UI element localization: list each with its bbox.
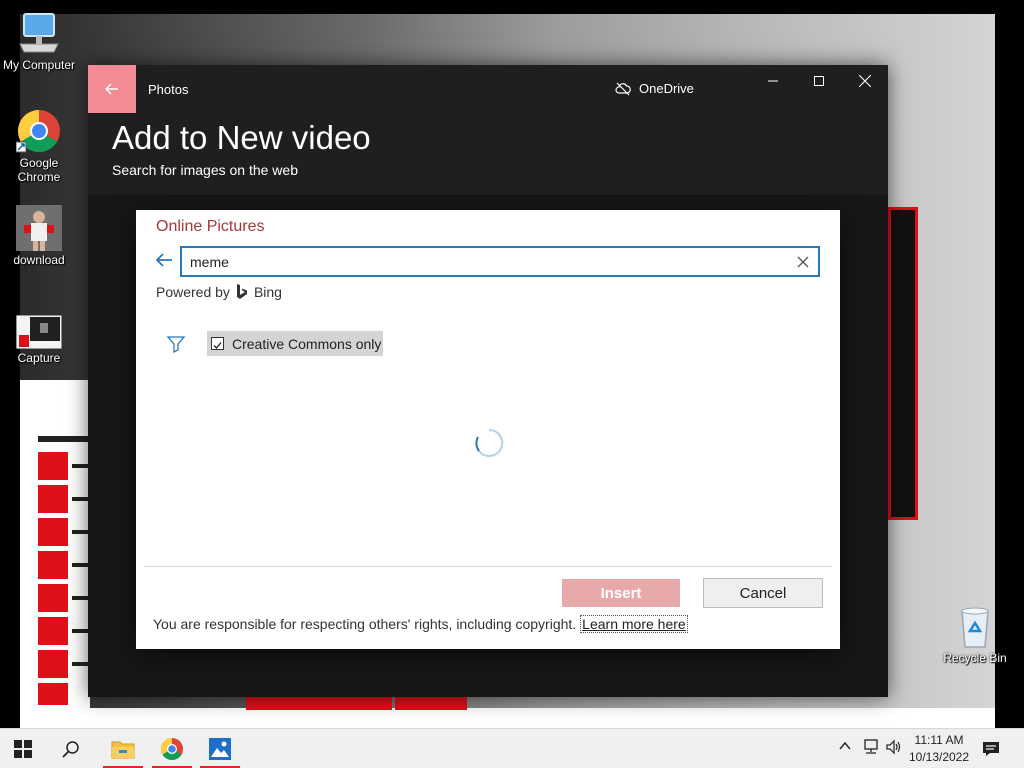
maximize-button[interactable]	[796, 65, 842, 97]
close-icon	[797, 256, 809, 268]
checkmark-icon	[213, 342, 222, 349]
back-button[interactable]	[88, 65, 136, 113]
desktop-icon-capture[interactable]: Capture	[0, 314, 78, 365]
page-subtitle: Search for images on the web	[112, 162, 298, 178]
wallpaper-decoration	[38, 551, 68, 579]
minimize-icon	[768, 80, 778, 82]
clear-search-button[interactable]	[794, 253, 812, 271]
insert-button[interactable]: Insert	[562, 579, 680, 607]
onedrive-status[interactable]: OneDrive	[615, 81, 694, 96]
filter-button[interactable]	[166, 334, 186, 354]
windows-start-icon	[14, 740, 32, 758]
start-button[interactable]	[0, 729, 46, 768]
bing-logo-icon	[236, 284, 247, 299]
volume-control[interactable]	[885, 739, 903, 758]
taskbar-chrome[interactable]	[149, 729, 195, 768]
loading-spinner-icon	[474, 428, 504, 458]
recycle-bin-icon	[952, 603, 998, 649]
app-title: Photos	[148, 82, 189, 97]
notification-icon	[983, 742, 999, 756]
desktop-icon-label: Recycle Bin	[943, 651, 1007, 665]
network-status[interactable]	[862, 739, 880, 758]
photos-icon	[209, 738, 231, 760]
taskbar-photos[interactable]	[197, 729, 243, 768]
wallpaper-decoration	[38, 485, 68, 513]
wallpaper-decoration	[38, 617, 68, 645]
powered-by-bing: Powered by Bing	[156, 284, 282, 300]
search-field[interactable]	[180, 246, 820, 277]
speaker-icon	[886, 739, 901, 755]
folder-icon	[111, 741, 135, 759]
network-icon	[864, 739, 878, 754]
dialog-divider	[144, 566, 832, 567]
close-button[interactable]	[842, 65, 888, 97]
filter-icon	[166, 336, 186, 354]
clock-date: 10/13/2022	[908, 750, 970, 764]
page-title: Add to New video	[112, 119, 371, 156]
powered-by-label: Powered by	[156, 284, 230, 300]
search-icon	[62, 741, 79, 758]
onedrive-label: OneDrive	[639, 81, 694, 96]
copyright-notice: You are responsible for respecting other…	[153, 615, 688, 633]
chrome-icon	[161, 738, 183, 760]
online-pictures-dialog: Online Pictures Powered by Bing Cr	[136, 210, 840, 649]
window-titlebar: Photos OneDrive	[88, 65, 888, 113]
desktop-icon-label: download	[13, 253, 65, 267]
computer-icon	[16, 10, 62, 56]
wallpaper-decoration	[38, 584, 68, 612]
desktop-icon-download[interactable]: download	[0, 205, 78, 267]
wallpaper-decoration	[38, 452, 68, 480]
chrome-icon	[15, 108, 62, 154]
system-clock[interactable]: 11:11 AM 10/13/2022	[907, 732, 971, 766]
minimize-button[interactable]	[750, 65, 796, 97]
dialog-title: Online Pictures	[156, 218, 265, 235]
arrow-left-icon	[105, 83, 118, 95]
checkbox[interactable]	[211, 337, 224, 350]
creative-commons-label: Creative Commons only	[232, 335, 382, 352]
creative-commons-checkbox[interactable]: Creative Commons only	[207, 331, 383, 356]
bing-label: Bing	[253, 284, 282, 300]
desktop-icon-my-computer[interactable]: My Computer	[0, 10, 78, 72]
dialog-back-button[interactable]	[154, 250, 176, 272]
wallpaper-decoration	[38, 683, 68, 705]
close-icon	[859, 75, 871, 87]
chevron-up-icon	[839, 741, 851, 750]
search-input[interactable]	[190, 252, 780, 272]
taskbar-file-explorer[interactable]	[100, 729, 146, 768]
clock-time: 11:11 AM	[914, 733, 964, 747]
rights-text: You are responsible for respecting other…	[153, 616, 577, 632]
desktop-icon-label: Capture	[17, 351, 61, 365]
wallpaper-decoration	[888, 207, 918, 520]
wallpaper-decoration	[38, 436, 88, 442]
wallpaper-decoration	[38, 518, 68, 546]
wallpaper-decoration	[246, 696, 392, 710]
action-center-button[interactable]	[982, 740, 1000, 761]
cloud-off-icon	[615, 82, 631, 95]
arrow-left-icon	[155, 253, 172, 267]
taskbar: 11:11 AM 10/13/2022	[0, 728, 1024, 768]
desktop-icon-recycle-bin[interactable]: Recycle Bin	[936, 603, 1014, 665]
wallpaper-white-strip	[20, 708, 995, 728]
show-hidden-icons-button[interactable]	[838, 739, 852, 756]
wallpaper-decoration	[395, 696, 467, 710]
image-file-icon	[15, 314, 63, 350]
desktop-icon-google-chrome[interactable]: Google Chrome	[0, 108, 78, 184]
learn-more-link[interactable]: Learn more here	[580, 615, 688, 633]
image-file-icon	[16, 205, 62, 251]
desktop-icon-label: My Computer	[2, 58, 76, 72]
wallpaper-decoration	[38, 650, 68, 678]
desktop-icon-label: Google Chrome	[17, 156, 61, 184]
maximize-icon	[814, 76, 824, 86]
taskbar-search-button[interactable]	[48, 729, 94, 768]
cancel-button[interactable]: Cancel	[703, 578, 823, 608]
